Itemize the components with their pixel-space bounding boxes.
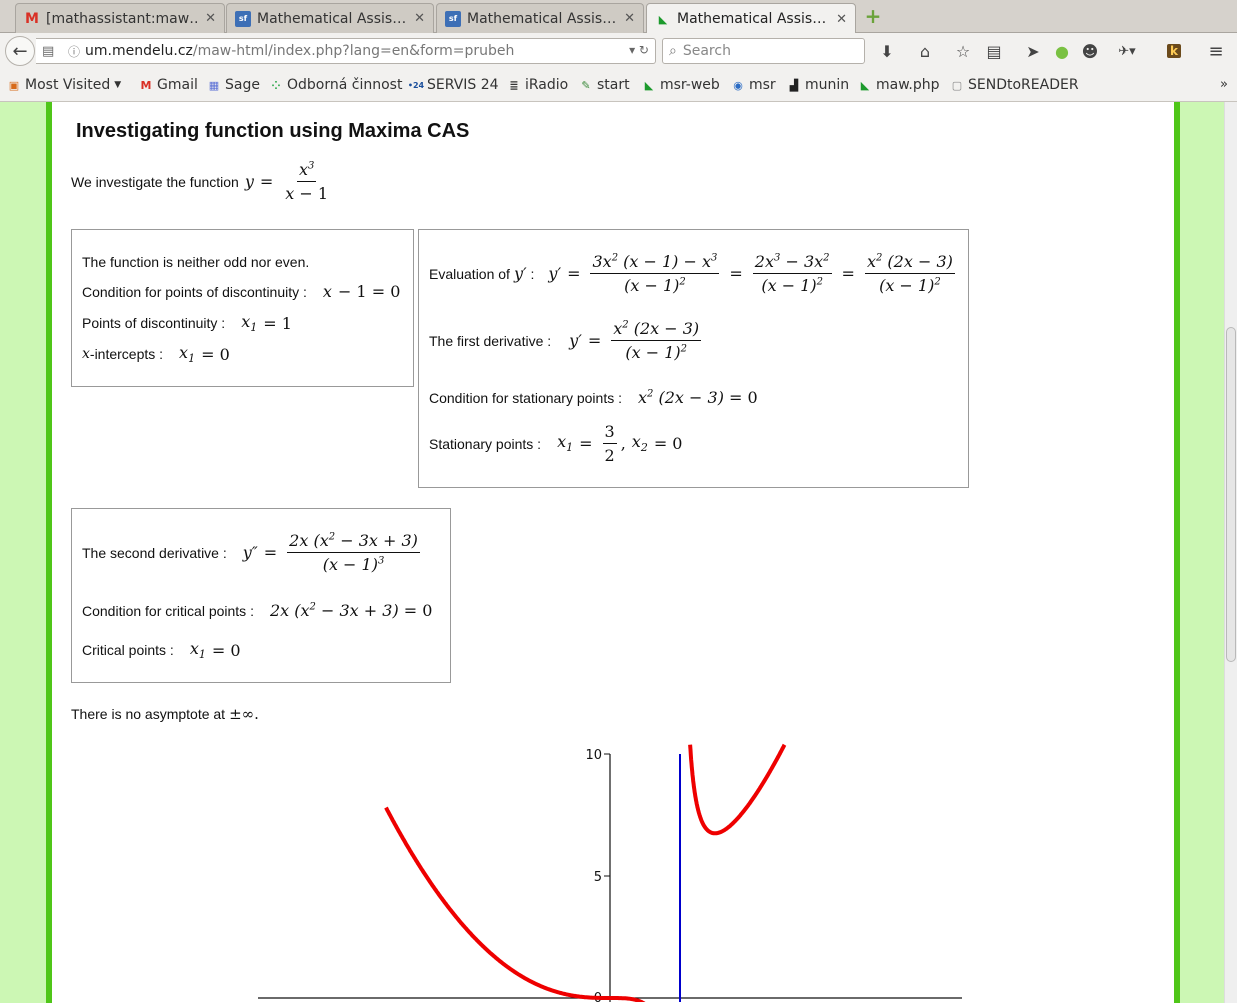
y-tick-label-5: 5: [594, 870, 602, 885]
drupal-icon: ◉: [733, 78, 743, 92]
download-icon[interactable]: ⬇: [874, 38, 900, 64]
parity-text: The function is neither odd nor even.: [82, 254, 310, 270]
munin-icon: ▟: [789, 78, 799, 92]
function-plot: 10 5 0: [258, 743, 962, 1002]
k-extension-icon[interactable]: k: [1161, 38, 1187, 64]
bookmarks-overflow-icon[interactable]: »: [1220, 77, 1228, 92]
y-tick-label-10: 10: [585, 748, 602, 763]
search-input[interactable]: ⌕ Search: [662, 38, 865, 64]
stationary-points: Stationary points : x1 = 32 , x2 = 0: [429, 422, 683, 465]
critical-condition: Condition for critical points : 2x (x2 −…: [82, 601, 433, 620]
back-button[interactable]: ←: [5, 36, 35, 66]
discontinuity-points: Points of discontinuity : x1 = 1: [82, 312, 292, 335]
vertical-scrollbar[interactable]: [1224, 102, 1237, 1003]
bookmark-servis24[interactable]: •24 SERVIS 24: [408, 77, 499, 93]
gmail-icon: M: [25, 10, 39, 27]
tab-bar: M [mathassistant:maw… ✕ sf Mathematical …: [0, 0, 1237, 34]
reload-icon[interactable]: ▾ ↻: [629, 43, 649, 57]
tab-gmail[interactable]: M [mathassistant:maw… ✕: [15, 3, 225, 33]
menu-icon[interactable]: ≡: [1203, 38, 1229, 64]
derivative-evaluation: Evaluation of y′ : y′ = 3x2 (x − 1) − x3(…: [429, 252, 955, 295]
extension-icon[interactable]: ✈▾: [1114, 38, 1140, 64]
bookmark-munin[interactable]: ▟ munin: [786, 77, 849, 93]
url-domain: um.mendelu.cz: [85, 43, 193, 59]
page-viewport: Investigating function using Maxima CAS …: [0, 102, 1237, 1003]
scrollbar-thumb[interactable]: [1226, 327, 1236, 662]
close-icon[interactable]: ✕: [836, 12, 847, 27]
folder-icon: ▣: [8, 78, 20, 92]
close-icon[interactable]: ✕: [414, 11, 425, 26]
send-icon[interactable]: ➤: [1020, 38, 1046, 64]
tab-maw-2[interactable]: sf Mathematical Assis… ✕: [436, 3, 644, 33]
search-icon: ⌕: [669, 43, 677, 59]
maw-icon: ◣: [644, 78, 654, 92]
intro-line: We investigate the function y = x3 x − 1: [71, 160, 329, 203]
page-icon: ▢: [951, 78, 963, 92]
close-icon[interactable]: ✕: [205, 11, 216, 26]
new-tab-icon[interactable]: +: [862, 6, 884, 27]
bookmark-msr[interactable]: ◉ msr: [730, 77, 776, 93]
sage-icon: ▦: [208, 78, 220, 92]
maw-icon: ◣: [658, 12, 668, 26]
bookmark-odborna[interactable]: ⁘ Odborná činnost: [268, 77, 402, 93]
status-dot-icon[interactable]: ●: [1049, 38, 1075, 64]
bookmark-iradio[interactable]: ≣ iRadio: [506, 77, 568, 93]
critical-points: Critical points : x1 = 0: [82, 639, 241, 662]
curve-right-branch: [688, 743, 787, 836]
radio-icon: ≣: [509, 78, 519, 92]
bookmark-msr-web[interactable]: ◣ msr-web: [641, 77, 720, 93]
maw-icon: ◣: [860, 78, 870, 92]
x-intercepts: x -intercepts : x1 = 0: [82, 343, 230, 366]
symmetry-discontinuity-box: The function is neither odd nor even. Co…: [71, 229, 414, 387]
dots-icon: ⁘: [271, 78, 281, 92]
sf-icon: sf: [445, 10, 461, 27]
second-derivative: The second derivative : y″ = 2x (x2 − 3x …: [82, 531, 420, 574]
tab-maw-1[interactable]: sf Mathematical Assis… ✕: [226, 3, 434, 33]
sf-icon: sf: [235, 10, 251, 27]
servis-icon: •24: [407, 80, 425, 90]
start-icon: ✎: [581, 78, 591, 92]
tab-maw-active[interactable]: ◣ Mathematical Assis… ✕: [646, 3, 856, 34]
close-icon[interactable]: ✕: [624, 11, 635, 26]
url-path: /maw-html/index.php?lang=en&form=prubeh: [192, 43, 515, 59]
bookmark-most-visited[interactable]: ▣ Most Visited ▼: [6, 77, 121, 93]
chat-icon[interactable]: ☻: [1077, 38, 1103, 64]
page-icon: ▤: [42, 43, 55, 59]
bookmark-maw-php[interactable]: ◣ maw.php: [857, 77, 940, 93]
reading-list-icon[interactable]: ▤: [981, 38, 1007, 64]
first-derivative: The first derivative : y′ = x2 (2x − 3) (x…: [429, 319, 702, 362]
site-info-icon[interactable]: ⓘ: [68, 43, 80, 60]
bookmark-start[interactable]: ✎ start: [578, 77, 629, 93]
bookmarks-bar: ▣ Most Visited ▼ M Gmail ▦ Sage ⁘ Odborná čin…: [0, 69, 1237, 102]
first-derivative-box: Evaluation of y′ : y′ = 3x2 (x − 1) − x3(…: [418, 229, 969, 488]
discontinuity-condition: Condition for points of discontinuity : …: [82, 282, 401, 301]
bookmark-gmail[interactable]: M Gmail: [138, 77, 198, 93]
second-derivative-box: The second derivative : y″ = 2x (x2 − 3x …: [71, 508, 451, 683]
stationary-condition: Condition for stationary points : x2 (2x…: [429, 388, 758, 407]
bookmark-star-icon[interactable]: ☆: [950, 38, 976, 64]
bookmark-sage[interactable]: ▦ Sage: [206, 77, 260, 93]
navigation-bar: ← ▤ ⓘ um.mendelu.cz/maw-html/index.php?l…: [0, 33, 1237, 69]
page-title: Investigating function using Maxima CAS: [76, 120, 470, 142]
page-content: Investigating function using Maxima CAS …: [46, 102, 1180, 1003]
gmail-icon: M: [140, 78, 152, 92]
bookmark-sendtoreader[interactable]: ▢ SENDtoREADER: [949, 77, 1079, 93]
home-icon[interactable]: ⌂: [912, 38, 938, 64]
curve-left-branch: [384, 806, 646, 1002]
asymptote-text: There is no asymptote at ±∞.: [71, 705, 259, 723]
url-bar[interactable]: ▤ ⓘ um.mendelu.cz/maw-html/index.php?lan…: [36, 38, 656, 64]
